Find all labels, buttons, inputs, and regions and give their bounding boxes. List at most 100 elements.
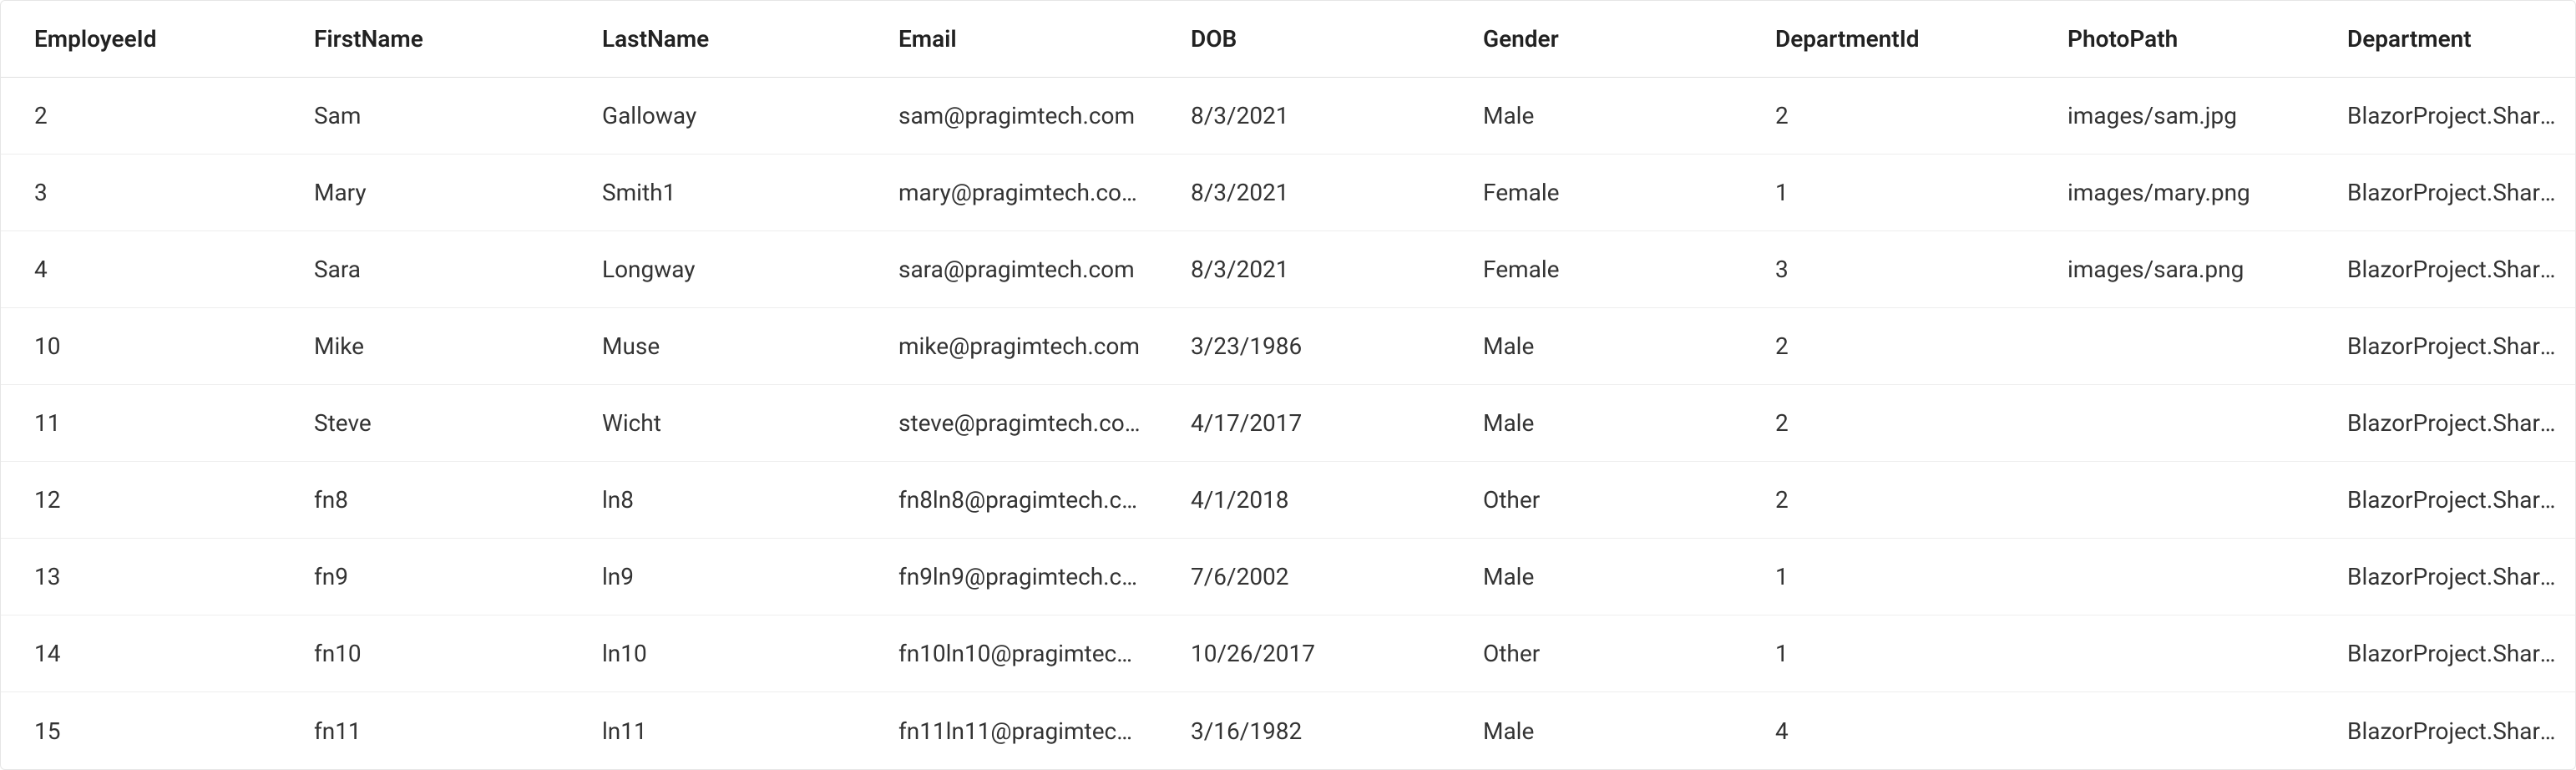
cell-dob: 10/26/2017 (1157, 615, 1450, 691)
cell-photopath (2034, 308, 2314, 384)
table-header-row: EmployeeId FirstName LastName Email DOB … (1, 1, 2575, 78)
cell-gender: Male (1450, 539, 1742, 615)
cell-lastname: Galloway (569, 78, 865, 154)
cell-email: mike@pragimtech.com (865, 308, 1157, 384)
col-header-dob[interactable]: DOB (1157, 1, 1450, 77)
cell-lastname: ln11 (569, 692, 865, 769)
cell-photopath (2034, 692, 2314, 769)
cell-email: steve@pragimtech.com (865, 385, 1157, 461)
table-row[interactable]: 14 fn10 ln10 fn10ln10@pragimtech.com 10/… (1, 615, 2575, 692)
cell-gender: Female (1450, 231, 1742, 307)
cell-firstname: fn9 (281, 539, 569, 615)
col-header-departmentid[interactable]: DepartmentId (1742, 1, 2034, 77)
cell-dob: 4/17/2017 (1157, 385, 1450, 461)
cell-firstname: Mary (281, 155, 569, 230)
cell-firstname: Mike (281, 308, 569, 384)
col-header-firstname[interactable]: FirstName (281, 1, 569, 77)
cell-employeeid: 14 (1, 615, 281, 691)
cell-firstname: fn11 (281, 692, 569, 769)
cell-lastname: Longway (569, 231, 865, 307)
table-row[interactable]: 12 fn8 ln8 fn8ln8@pragimtech.com 4/1/201… (1, 462, 2575, 539)
cell-email: mary@pragimtech.com (865, 155, 1157, 230)
cell-dob: 8/3/2021 (1157, 231, 1450, 307)
cell-employeeid: 12 (1, 462, 281, 538)
col-header-department[interactable]: Department (2314, 1, 2576, 77)
cell-email: fn9ln9@pragimtech.com (865, 539, 1157, 615)
table-row[interactable]: 11 Steve Wicht steve@pragimtech.com 4/17… (1, 385, 2575, 462)
table-row[interactable]: 15 fn11 ln11 fn11ln11@pragimtech.com 3/1… (1, 692, 2575, 769)
cell-email: fn8ln8@pragimtech.com (865, 462, 1157, 538)
cell-departmentid: 3 (1742, 231, 2034, 307)
cell-employeeid: 3 (1, 155, 281, 230)
cell-gender: Male (1450, 692, 1742, 769)
cell-employeeid: 10 (1, 308, 281, 384)
col-header-email[interactable]: Email (865, 1, 1157, 77)
cell-photopath (2034, 385, 2314, 461)
cell-department: BlazorProject.Shared (2314, 78, 2576, 154)
cell-photopath: images/mary.png (2034, 155, 2314, 230)
cell-lastname: Muse (569, 308, 865, 384)
cell-email: fn11ln11@pragimtech.com (865, 692, 1157, 769)
cell-departmentid: 2 (1742, 308, 2034, 384)
cell-lastname: Smith1 (569, 155, 865, 230)
cell-photopath (2034, 539, 2314, 615)
cell-departmentid: 2 (1742, 385, 2034, 461)
cell-gender: Other (1450, 462, 1742, 538)
cell-departmentid: 2 (1742, 78, 2034, 154)
cell-email: fn10ln10@pragimtech.com (865, 615, 1157, 691)
cell-department: BlazorProject.Shared (2314, 462, 2576, 538)
cell-dob: 3/16/1982 (1157, 692, 1450, 769)
cell-department: BlazorProject.Shared (2314, 231, 2576, 307)
cell-firstname: Sam (281, 78, 569, 154)
cell-dob: 8/3/2021 (1157, 78, 1450, 154)
cell-photopath (2034, 615, 2314, 691)
cell-gender: Female (1450, 155, 1742, 230)
cell-firstname: fn10 (281, 615, 569, 691)
cell-lastname: ln10 (569, 615, 865, 691)
cell-department: BlazorProject.Shared (2314, 692, 2576, 769)
cell-dob: 3/23/1986 (1157, 308, 1450, 384)
cell-dob: 7/6/2002 (1157, 539, 1450, 615)
cell-employeeid: 11 (1, 385, 281, 461)
cell-firstname: Steve (281, 385, 569, 461)
cell-department: BlazorProject.Shared (2314, 155, 2576, 230)
cell-employeeid: 2 (1, 78, 281, 154)
cell-departmentid: 4 (1742, 692, 2034, 769)
cell-lastname: ln8 (569, 462, 865, 538)
cell-photopath (2034, 462, 2314, 538)
cell-firstname: Sara (281, 231, 569, 307)
cell-department: BlazorProject.Shared (2314, 539, 2576, 615)
col-header-lastname[interactable]: LastName (569, 1, 865, 77)
cell-department: BlazorProject.Shared (2314, 615, 2576, 691)
table-row[interactable]: 4 Sara Longway sara@pragimtech.com 8/3/2… (1, 231, 2575, 308)
col-header-employeeid[interactable]: EmployeeId (1, 1, 281, 77)
cell-departmentid: 1 (1742, 539, 2034, 615)
cell-department: BlazorProject.Shared (2314, 308, 2576, 384)
cell-photopath: images/sara.png (2034, 231, 2314, 307)
cell-gender: Other (1450, 615, 1742, 691)
cell-dob: 8/3/2021 (1157, 155, 1450, 230)
col-header-gender[interactable]: Gender (1450, 1, 1742, 77)
cell-department: BlazorProject.Shared (2314, 385, 2576, 461)
table-row[interactable]: 2 Sam Galloway sam@pragimtech.com 8/3/20… (1, 78, 2575, 155)
cell-employeeid: 4 (1, 231, 281, 307)
cell-gender: Male (1450, 385, 1742, 461)
cell-email: sam@pragimtech.com (865, 78, 1157, 154)
col-header-photopath[interactable]: PhotoPath (2034, 1, 2314, 77)
table-row[interactable]: 13 fn9 ln9 fn9ln9@pragimtech.com 7/6/200… (1, 539, 2575, 615)
cell-lastname: Wicht (569, 385, 865, 461)
cell-gender: Male (1450, 308, 1742, 384)
cell-gender: Male (1450, 78, 1742, 154)
cell-departmentid: 1 (1742, 615, 2034, 691)
cell-email: sara@pragimtech.com (865, 231, 1157, 307)
cell-lastname: ln9 (569, 539, 865, 615)
employee-grid: EmployeeId FirstName LastName Email DOB … (0, 0, 2576, 770)
cell-firstname: fn8 (281, 462, 569, 538)
cell-employeeid: 13 (1, 539, 281, 615)
cell-departmentid: 1 (1742, 155, 2034, 230)
cell-employeeid: 15 (1, 692, 281, 769)
cell-photopath: images/sam.jpg (2034, 78, 2314, 154)
table-row[interactable]: 10 Mike Muse mike@pragimtech.com 3/23/19… (1, 308, 2575, 385)
table-row[interactable]: 3 Mary Smith1 mary@pragimtech.com 8/3/20… (1, 155, 2575, 231)
cell-dob: 4/1/2018 (1157, 462, 1450, 538)
